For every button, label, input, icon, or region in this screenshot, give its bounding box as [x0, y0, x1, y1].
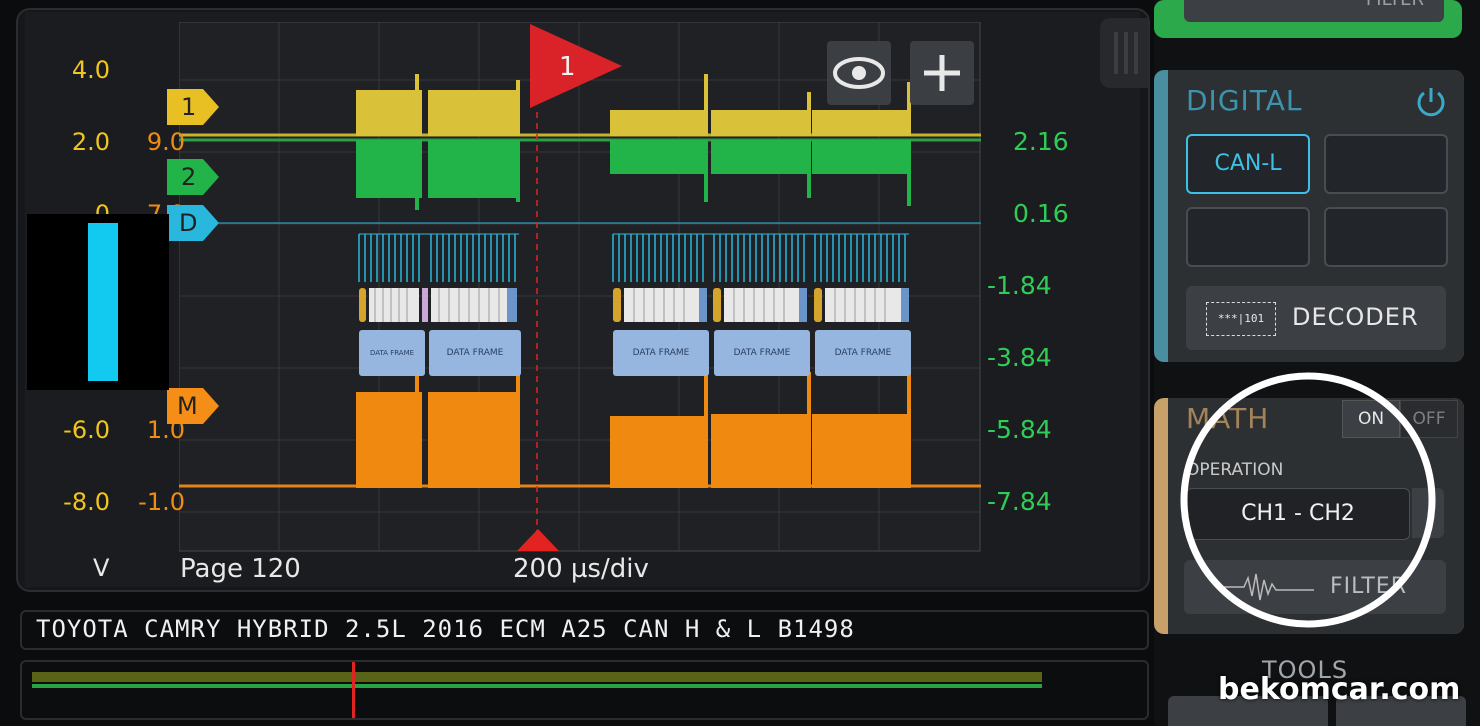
- power-icon[interactable]: [1414, 84, 1448, 118]
- timebase-label[interactable]: 200 µs/div: [513, 554, 649, 584]
- ch2-axis-label: 9.0: [146, 128, 185, 156]
- frame-box[interactable]: DATA FRAME: [714, 330, 810, 376]
- decoder-icon: ***|101: [1206, 302, 1276, 336]
- digital-slot-button[interactable]: [1324, 207, 1448, 267]
- decoder-label: DECODER: [1292, 303, 1419, 331]
- scope-display[interactable]: DATA FRAME DATA FRAME DATA FRAME DATA FR…: [25, 12, 1140, 587]
- ch1-axis-label: -8.0: [63, 488, 110, 516]
- plus-icon: [924, 55, 960, 91]
- panel-drag-handle[interactable]: [1100, 18, 1148, 88]
- can-l-channel-button[interactable]: CAN-L: [1186, 134, 1310, 194]
- right-axis-label: -1.84: [987, 271, 1052, 300]
- ch2-marker[interactable]: 2: [167, 159, 219, 195]
- math-marker[interactable]: M: [167, 388, 219, 424]
- right-axis-label: 2.16: [1013, 127, 1069, 156]
- digital-marker[interactable]: D: [167, 205, 219, 241]
- page-label: Page 120: [180, 554, 301, 584]
- top-filter-panel: FILTER: [1154, 0, 1462, 38]
- frame-box[interactable]: DATA FRAME: [815, 330, 911, 376]
- right-axis-label: -3.84: [987, 343, 1052, 372]
- visibility-button[interactable]: [827, 41, 891, 105]
- digital-panel: DIGITAL CAN-L ***|101 DECODER: [1154, 70, 1464, 362]
- right-axis-label: 0.16: [1013, 199, 1069, 228]
- digital-panel-title: DIGITAL: [1186, 84, 1303, 117]
- digital-slot-button[interactable]: [1186, 207, 1310, 267]
- top-filter-label: FILTER: [1366, 0, 1424, 10]
- recording-title: TOYOTA CAMRY HYBRID 2.5L 2016 ECM A25 CA…: [36, 615, 855, 643]
- decoder-button[interactable]: ***|101 DECODER: [1186, 286, 1446, 350]
- frame-box[interactable]: DATA FRAME: [359, 330, 425, 376]
- overview-cursor[interactable]: [352, 662, 355, 718]
- highlight-circle: [1180, 372, 1436, 628]
- unit-label: V: [93, 554, 110, 582]
- overview-strip[interactable]: [20, 660, 1149, 720]
- trigger-label: 1: [559, 52, 576, 82]
- right-axis-label: -5.84: [987, 415, 1052, 444]
- digital-level-bar: [88, 223, 118, 381]
- recording-title-bar: TOYOTA CAMRY HYBRID 2.5L 2016 ECM A25 CA…: [20, 610, 1149, 650]
- ch1-axis-label: -6.0: [63, 416, 110, 444]
- frame-box[interactable]: DATA FRAME: [613, 330, 709, 376]
- ch2-axis-label: -1.0: [138, 488, 185, 516]
- watermark: bekomcar.com: [1218, 672, 1461, 707]
- top-filter-button[interactable]: FILTER: [1184, 0, 1444, 22]
- ch1-axis-label: 4.0: [71, 56, 110, 84]
- trigger-flag[interactable]: [530, 24, 625, 108]
- digital-slot-button[interactable]: [1324, 134, 1448, 194]
- trigger-position-marker[interactable]: [517, 529, 559, 551]
- frame-box[interactable]: DATA FRAME: [429, 330, 521, 376]
- right-axis-label: -7.84: [987, 487, 1052, 516]
- ch1-marker[interactable]: 1: [167, 89, 219, 125]
- eye-icon: [833, 57, 885, 89]
- ch1-axis-label: 2.0: [71, 128, 110, 156]
- add-button[interactable]: [910, 41, 974, 105]
